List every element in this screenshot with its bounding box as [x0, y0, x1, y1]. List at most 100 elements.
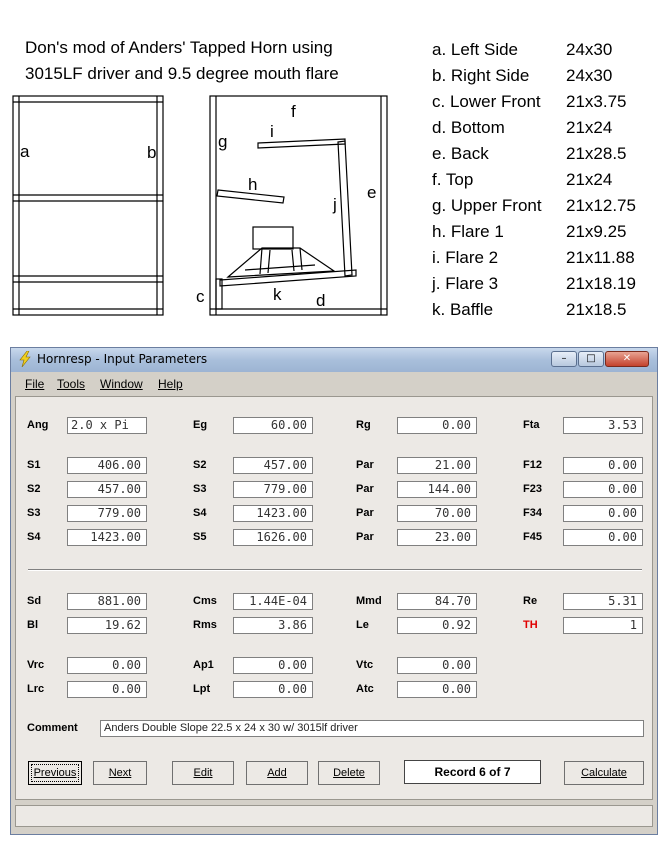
param-f12-label: F12: [523, 459, 542, 471]
comment-label: Comment: [27, 722, 78, 734]
param-vtc-field[interactable]: 0.00: [397, 657, 477, 674]
param-lrc-label: Lrc: [27, 683, 45, 695]
param-par-field[interactable]: 70.00: [397, 505, 477, 522]
param-f45-label: F45: [523, 531, 542, 543]
param-le-field[interactable]: 0.92: [397, 617, 477, 634]
drawing-label-c: c: [196, 287, 205, 306]
title-bar[interactable]: Hornresp - Input Parameters – □ ✕: [11, 348, 657, 372]
param-s1-label: S1: [27, 459, 41, 471]
horn-cabinet-drawing: [12, 95, 388, 316]
param-s2-field[interactable]: 457.00: [67, 481, 147, 498]
param-par-field[interactable]: 144.00: [397, 481, 477, 498]
param-ap1-field[interactable]: 0.00: [233, 657, 313, 674]
param-s4-label: S4: [193, 507, 207, 519]
param-s3-field[interactable]: 779.00: [67, 505, 147, 522]
param-s2-field[interactable]: 457.00: [233, 457, 313, 474]
param-f45-field[interactable]: 0.00: [563, 529, 643, 546]
param-rms-label: Rms: [193, 619, 217, 631]
param-fta-label: Fta: [523, 419, 540, 431]
delete-button[interactable]: Delete: [318, 761, 380, 785]
param-th-field[interactable]: 1: [563, 617, 643, 634]
drawing-label-d: d: [316, 291, 326, 310]
previous-button[interactable]: Previous: [28, 761, 82, 785]
param-par-label: Par: [356, 483, 374, 495]
delete-button-label: Delete: [333, 767, 365, 779]
param-par-label: Par: [356, 507, 374, 519]
close-button[interactable]: ✕: [605, 351, 649, 367]
param-f12-field[interactable]: 0.00: [563, 457, 643, 474]
param-ang-label: Ang: [27, 419, 49, 431]
param-ap1-label: Ap1: [193, 659, 214, 671]
side-view-outline: [12, 95, 164, 316]
previous-button-label: Previous: [33, 767, 77, 779]
menu-tools-label: Tools: [57, 377, 86, 391]
param-atc-field[interactable]: 0.00: [397, 681, 477, 698]
drawing-label-h: h: [248, 175, 258, 194]
param-f34-field[interactable]: 0.00: [563, 505, 643, 522]
param-s4-label: S4: [27, 531, 41, 543]
param-cms-label: Cms: [193, 595, 217, 607]
drawing-label-j: j: [333, 195, 337, 214]
menu-file[interactable]: File: [25, 377, 44, 391]
next-button[interactable]: Next: [93, 761, 147, 785]
edit-button[interactable]: Edit: [172, 761, 234, 785]
param-s4-field[interactable]: 1423.00: [67, 529, 147, 546]
param-lrc-field[interactable]: 0.00: [67, 681, 147, 698]
param-bl-label: Bl: [27, 619, 38, 631]
drawing-label-f: f: [291, 102, 296, 121]
param-s4-field[interactable]: 1423.00: [233, 505, 313, 522]
next-button-label: Next: [108, 767, 132, 779]
param-par-field[interactable]: 23.00: [397, 529, 477, 546]
calculate-button[interactable]: Calculate: [564, 761, 644, 785]
minimize-button[interactable]: –: [551, 351, 577, 367]
param-vtc-label: Vtc: [356, 659, 374, 671]
drawing-label-a: a: [20, 142, 30, 161]
param-rms-field[interactable]: 3.86: [233, 617, 313, 634]
param-bl-field[interactable]: 19.62: [67, 617, 147, 634]
param-re-field[interactable]: 5.31: [563, 593, 643, 610]
param-cms-field[interactable]: 1.44E-04: [233, 593, 313, 610]
maximize-button[interactable]: □: [578, 351, 604, 367]
param-eg-label: Eg: [193, 419, 208, 431]
calculate-button-label: Calculate: [581, 767, 627, 779]
param-s3-label: S3: [193, 483, 207, 495]
param-le-label: Le: [356, 619, 369, 631]
lightning-icon: [19, 351, 31, 367]
param-fta-field[interactable]: 3.53: [563, 417, 643, 434]
param-s3-label: S3: [27, 507, 41, 519]
comment-field[interactable]: Anders Double Slope 22.5 x 24 x 30 w/ 30…: [100, 720, 644, 737]
hornresp-window: Hornresp - Input Parameters – □ ✕ File T…: [10, 347, 658, 835]
param-par-label: Par: [356, 459, 374, 471]
add-button-label: Add: [267, 767, 287, 779]
param-rg-label: Rg: [356, 419, 371, 431]
drawing-label-b: b: [147, 143, 157, 162]
param-rg-field[interactable]: 0.00: [397, 417, 477, 434]
param-atc-label: Atc: [356, 683, 374, 695]
status-bar: [15, 805, 653, 827]
menu-help[interactable]: Help: [158, 377, 183, 391]
menu-tools[interactable]: Tools: [57, 377, 85, 391]
param-s5-label: S5: [193, 531, 207, 543]
menu-window-label: Window: [100, 377, 143, 391]
param-mmd-field[interactable]: 84.70: [397, 593, 477, 610]
param-vrc-label: Vrc: [27, 659, 45, 671]
param-lpt-label: Lpt: [193, 683, 211, 695]
param-vrc-field[interactable]: 0.00: [67, 657, 147, 674]
param-par-label: Par: [356, 531, 374, 543]
cross-section-outline: [209, 95, 388, 316]
param-ang-field[interactable]: 2.0 x Pi: [67, 417, 147, 434]
menu-window[interactable]: Window: [100, 377, 143, 391]
param-par-field[interactable]: 21.00: [397, 457, 477, 474]
param-sd-field[interactable]: 881.00: [67, 593, 147, 610]
window-title: Hornresp - Input Parameters: [37, 352, 208, 366]
param-lpt-field[interactable]: 0.00: [233, 681, 313, 698]
add-button[interactable]: Add: [246, 761, 308, 785]
param-f23-field[interactable]: 0.00: [563, 481, 643, 498]
param-s3-field[interactable]: 779.00: [233, 481, 313, 498]
drawing-label-e: e: [367, 183, 377, 202]
param-eg-field[interactable]: 60.00: [233, 417, 313, 434]
param-s1-field[interactable]: 406.00: [67, 457, 147, 474]
menu-file-label: File: [25, 377, 45, 391]
param-s5-field[interactable]: 1626.00: [233, 529, 313, 546]
edit-button-label: Edit: [193, 767, 213, 779]
